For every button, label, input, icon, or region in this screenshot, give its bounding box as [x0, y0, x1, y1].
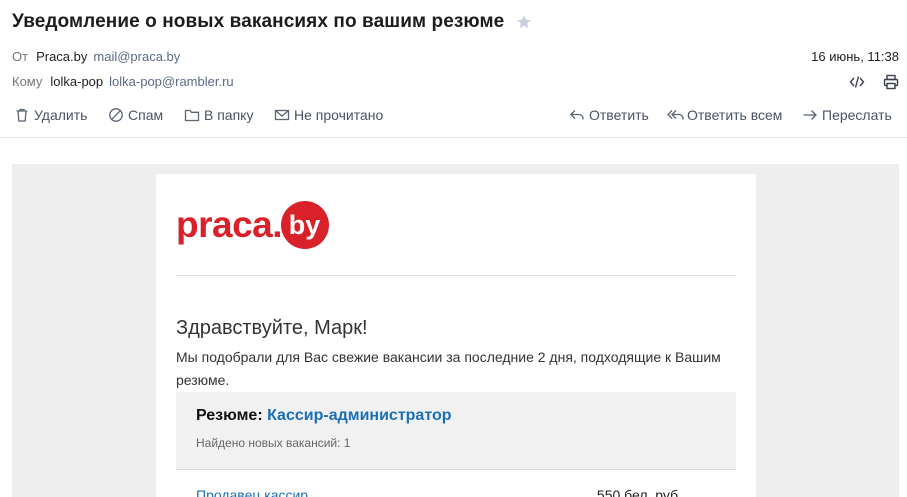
envelope-icon [274, 107, 290, 123]
delete-label: Удалить [34, 107, 88, 123]
reply-all-label: Ответить всем [687, 107, 783, 123]
resume-box: Резюме: Кассир-администратор Найдено нов… [176, 392, 736, 470]
to-label: Кому [12, 74, 43, 89]
praca-logo[interactable]: praca . by [176, 200, 329, 250]
message-toolbar: Удалить Спам В папку Не прочитано Ответи… [0, 100, 907, 138]
from-row: От Praca.by mail@praca.by [12, 49, 180, 64]
email-subject: Уведомление о новых вакансиях по вашим р… [12, 11, 505, 32]
intro-text: Мы подобрали для Вас свежие вакансии за … [176, 349, 721, 388]
recipient-name[interactable]: lolka-pop [50, 74, 103, 89]
trash-icon [14, 107, 30, 123]
vacancy-salary: 550 бел. руб. [596, 487, 682, 497]
email-date: 16 июнь, 11:38 [811, 49, 899, 64]
move-to-folder-button[interactable]: В папку [184, 107, 253, 123]
resume-heading: Резюме: Кассир-администратор [196, 407, 452, 425]
folder-icon [184, 107, 200, 123]
from-label: От [12, 49, 29, 64]
logo-text: praca [176, 204, 273, 245]
sender-email[interactable]: mail@praca.by [93, 49, 180, 64]
email-content-card: praca . by Здравствуйте, Марк! Мы подобр… [156, 174, 756, 497]
resume-label: Резюме: [196, 407, 263, 424]
found-count: Найдено новых вакансий: 1 [196, 436, 351, 450]
subject-row: Уведомление о новых вакансиях по вашим р… [12, 11, 532, 33]
block-icon [108, 107, 124, 123]
logo-domain-badge: by [280, 201, 329, 249]
print-icon[interactable] [883, 74, 899, 90]
to-row: Кому lolka-pop lolka-pop@rambler.ru [12, 74, 234, 89]
spam-label: Спам [128, 107, 164, 123]
reply-icon [569, 107, 585, 123]
forward-button[interactable]: Переслать [802, 107, 892, 123]
folder-label: В папку [204, 107, 254, 123]
code-icon[interactable] [849, 74, 865, 90]
vacancy-link[interactable]: Продавец кассир [196, 487, 308, 497]
greeting: Здравствуйте, Марк! [176, 317, 368, 339]
header-divider [176, 275, 736, 276]
reply-label: Ответить [589, 107, 649, 123]
reply-all-icon [667, 107, 684, 123]
forward-label: Переслать [822, 107, 892, 123]
reply-all-button[interactable]: Ответить всем [667, 107, 782, 123]
resume-link[interactable]: Кассир-администратор [267, 407, 451, 424]
recipient-email[interactable]: lolka-pop@rambler.ru [109, 74, 233, 89]
vacancy-row: Продавец кассир 550 бел. руб. [196, 487, 716, 497]
header-actions [849, 74, 899, 90]
delete-button[interactable]: Удалить [14, 107, 87, 123]
spam-button[interactable]: Спам [108, 107, 163, 123]
unread-label: Не прочитано [294, 107, 384, 123]
forward-arrow-icon [802, 107, 818, 123]
reply-button[interactable]: Ответить [569, 107, 649, 123]
mark-unread-button[interactable]: Не прочитано [274, 107, 383, 123]
star-icon[interactable] [516, 14, 532, 30]
sender-name[interactable]: Praca.by [36, 49, 87, 64]
